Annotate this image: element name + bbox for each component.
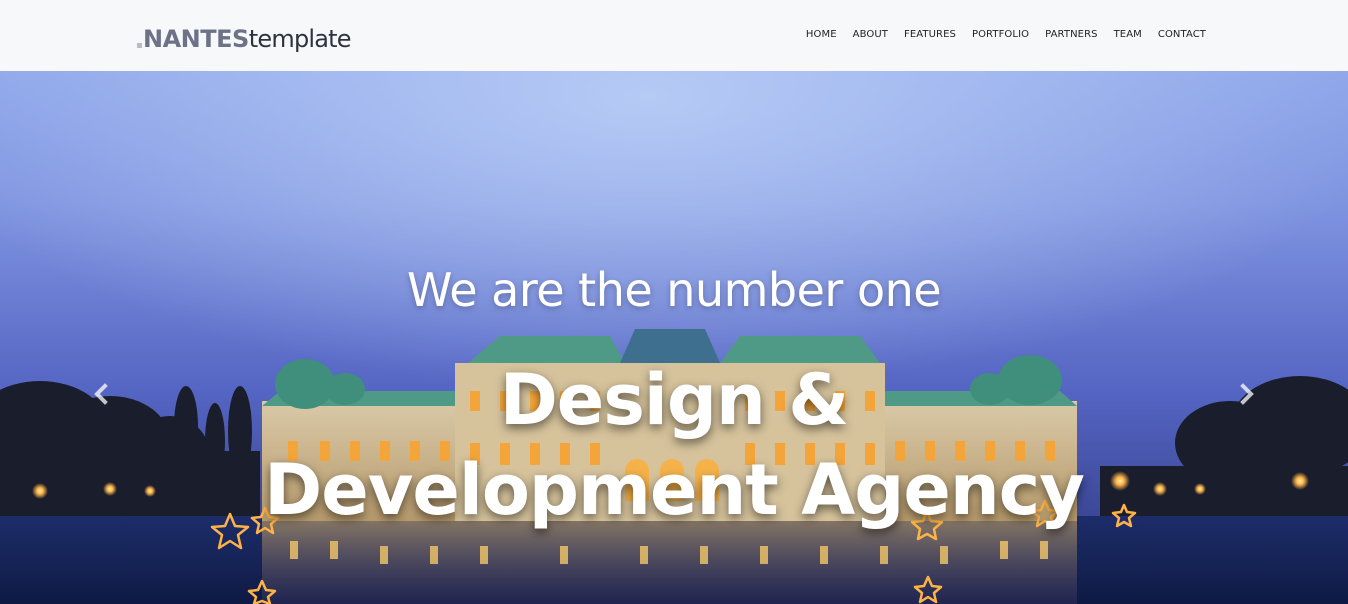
slider-next-button[interactable]	[1232, 379, 1262, 409]
nav-item-partners[interactable]: PARTNERS	[1045, 27, 1097, 43]
logo-text-light: template	[248, 25, 352, 53]
hero-title: Design & Development Agency	[0, 355, 1348, 535]
logo-mark-icon	[137, 43, 142, 48]
brand-logo[interactable]: NANTES template	[137, 19, 352, 53]
chevron-right-icon	[1240, 383, 1254, 405]
hero-slider: We are the number one Design & Developme…	[0, 71, 1348, 604]
nav-item-features[interactable]: FEATURES	[904, 27, 956, 43]
nav-item-portfolio[interactable]: PORTFOLIO	[972, 27, 1029, 43]
hero-title-line-1: Design &	[499, 359, 850, 441]
nav-item-team[interactable]: TEAM	[1114, 27, 1142, 43]
slider-prev-button[interactable]	[86, 379, 116, 409]
hero-subtitle: We are the number one	[406, 263, 942, 317]
nav-item-contact[interactable]: CONTACT	[1158, 27, 1206, 43]
main-nav: HOME ABOUT FEATURES PORTFOLIO PARTNERS T…	[806, 27, 1206, 43]
nav-item-about[interactable]: ABOUT	[853, 27, 888, 43]
nav-item-home[interactable]: HOME	[806, 27, 837, 43]
site-header: NANTES template HOME ABOUT FEATURES PORT…	[0, 0, 1348, 71]
chevron-left-icon	[94, 383, 108, 405]
page: NANTES template HOME ABOUT FEATURES PORT…	[0, 0, 1348, 604]
logo-text-bold: NANTES	[143, 25, 249, 53]
hero-title-line-2: Development Agency	[264, 449, 1085, 531]
